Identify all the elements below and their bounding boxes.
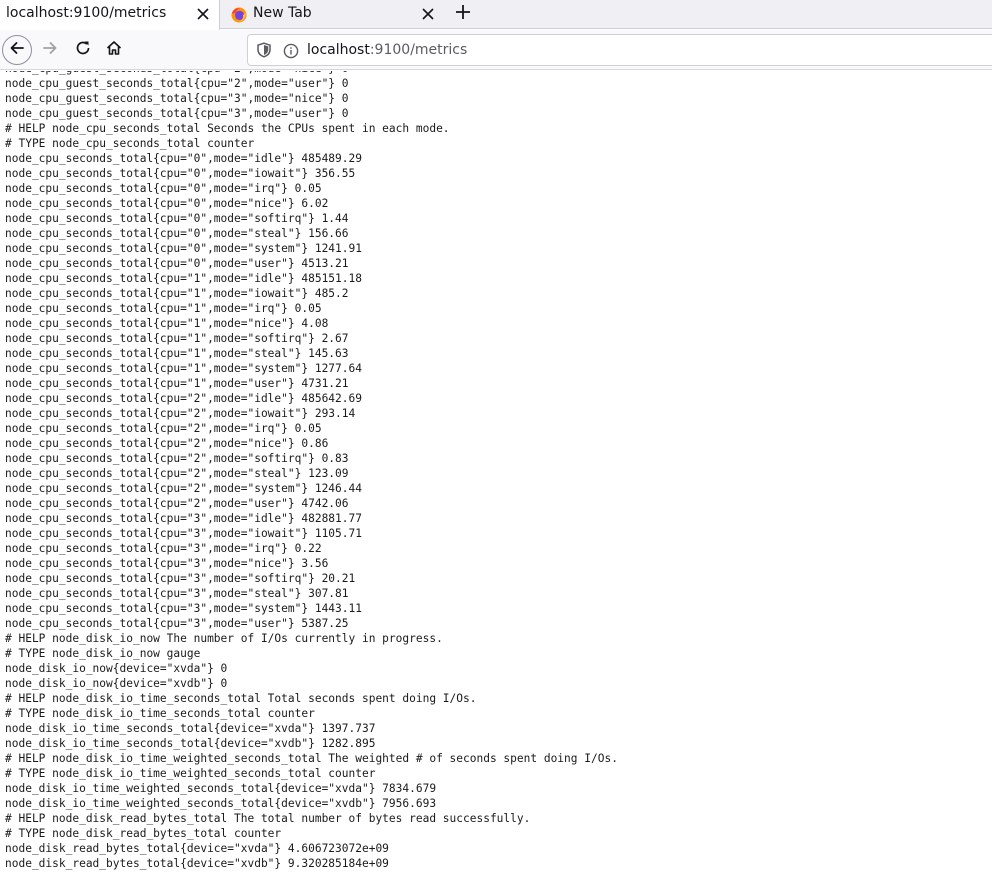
metric-line: node_cpu_seconds_total{cpu="3",mode="ste… — [5, 587, 349, 600]
metric-line: node_cpu_seconds_total{cpu="2",mode="ste… — [5, 467, 349, 480]
metric-line: # HELP node_cpu_seconds_total Seconds th… — [5, 122, 450, 135]
back-button[interactable] — [2, 35, 32, 65]
metric-line: # TYPE node_disk_io_now gauge — [5, 647, 201, 660]
metric-line: node_cpu_seconds_total{cpu="1",mode="nic… — [5, 317, 329, 330]
shield-icon[interactable] — [256, 42, 272, 58]
metric-line: # HELP node_disk_read_bytes_total The to… — [5, 812, 531, 825]
url-text[interactable]: localhost:9100/metrics — [307, 42, 467, 58]
metric-line: node_cpu_seconds_total{cpu="2",mode="irq… — [5, 422, 322, 435]
metric-line: node_cpu_seconds_total{cpu="1",mode="sys… — [5, 362, 362, 375]
metric-line: node_cpu_seconds_total{cpu="1",mode="irq… — [5, 302, 322, 315]
metric-line: node_cpu_seconds_total{cpu="3",mode="use… — [5, 617, 349, 630]
tab-title: New Tab — [253, 5, 312, 21]
metric-line: node_cpu_guest_seconds_total{cpu="3",mod… — [5, 107, 349, 120]
metric-line: node_cpu_seconds_total{cpu="2",mode="use… — [5, 497, 349, 510]
page-content: node_cpu_guest_seconds_total{cpu="2",mod… — [0, 71, 992, 873]
metric-line: node_cpu_seconds_total{cpu="2",mode="iow… — [5, 407, 356, 420]
metric-line: node_disk_io_time_weighted_seconds_total… — [5, 797, 437, 810]
url-host: localhost — [307, 42, 370, 58]
tab-new-tab[interactable]: New Tab — [221, 0, 445, 29]
url-bar[interactable]: localhost:9100/metrics — [247, 34, 992, 66]
metric-line: node_cpu_seconds_total{cpu="3",mode="sof… — [5, 572, 356, 585]
metric-line: node_disk_io_time_weighted_seconds_total… — [5, 782, 437, 795]
metric-line: # HELP node_disk_io_time_seconds_total T… — [5, 692, 477, 705]
arrow-left-icon — [9, 40, 25, 60]
new-tab-button[interactable] — [451, 2, 475, 26]
metric-line: # HELP node_disk_io_now The number of I/… — [5, 632, 443, 645]
metric-line: node_cpu_seconds_total{cpu="0",mode="sof… — [5, 212, 349, 225]
metric-line: node_cpu_seconds_total{cpu="0",mode="sys… — [5, 242, 362, 255]
metric-line: node_cpu_seconds_total{cpu="2",mode="nic… — [5, 437, 329, 450]
metric-line: node_cpu_seconds_total{cpu="1",mode="sof… — [5, 332, 349, 345]
forward-button[interactable] — [35, 35, 65, 65]
plus-icon — [455, 4, 471, 24]
tab-metrics[interactable]: localhost:9100/metrics — [0, 0, 220, 30]
metrics-text: node_cpu_guest_seconds_total{cpu="2",mod… — [5, 71, 618, 871]
metric-line: node_disk_io_now{device="xvda"} 0 — [5, 662, 228, 675]
metric-line: node_cpu_guest_seconds_total{cpu="3",mod… — [5, 92, 349, 105]
reload-icon — [75, 40, 91, 60]
metric-line: # TYPE node_disk_io_time_weighted_second… — [5, 767, 376, 780]
info-icon[interactable] — [283, 43, 299, 59]
nav-bar: localhost:9100/metrics — [0, 30, 992, 70]
metric-line: node_cpu_seconds_total{cpu="2",mode="sof… — [5, 452, 349, 465]
metric-line: node_cpu_seconds_total{cpu="0",mode="ste… — [5, 227, 349, 240]
metric-line: node_cpu_seconds_total{cpu="1",mode="ste… — [5, 347, 349, 360]
metric-line: node_cpu_guest_seconds_total{cpu="2",mod… — [5, 77, 349, 90]
metric-line: node_cpu_seconds_total{cpu="0",mode="iow… — [5, 167, 356, 180]
close-icon[interactable] — [194, 5, 212, 23]
firefox-icon — [231, 7, 247, 23]
metric-line: node_cpu_seconds_total{cpu="3",mode="sys… — [5, 602, 362, 615]
home-icon — [106, 40, 122, 60]
metric-line: # TYPE node_cpu_seconds_total counter — [5, 137, 255, 150]
metric-line: node_cpu_seconds_total{cpu="0",mode="irq… — [5, 182, 322, 195]
metric-line: node_cpu_seconds_total{cpu="1",mode="idl… — [5, 272, 362, 285]
metric-line: node_cpu_seconds_total{cpu="1",mode="use… — [5, 377, 349, 390]
metric-line: node_disk_io_time_seconds_total{device="… — [5, 722, 376, 735]
arrow-right-icon — [42, 40, 58, 60]
tab-title: localhost:9100/metrics — [6, 5, 167, 21]
metric-line: # HELP node_disk_io_time_weighted_second… — [5, 752, 618, 765]
metric-line: node_cpu_seconds_total{cpu="1",mode="iow… — [5, 287, 349, 300]
metric-line: node_cpu_seconds_total{cpu="3",mode="nic… — [5, 557, 329, 570]
close-icon[interactable] — [419, 5, 437, 23]
metric-line: node_cpu_seconds_total{cpu="0",mode="use… — [5, 257, 349, 270]
metric-line: node_cpu_seconds_total{cpu="3",mode="idl… — [5, 512, 362, 525]
reload-button[interactable] — [68, 35, 98, 65]
metric-line: node_cpu_seconds_total{cpu="2",mode="sys… — [5, 482, 362, 495]
metric-line: node_disk_read_bytes_total{device="xvda"… — [5, 842, 389, 855]
metric-line: node_disk_io_time_seconds_total{device="… — [5, 737, 376, 750]
tab-strip: localhost:9100/metrics New Tab — [0, 0, 992, 30]
metric-line: node_disk_read_bytes_total{device="xvdb"… — [5, 857, 389, 870]
metric-line: node_cpu_seconds_total{cpu="3",mode="irq… — [5, 542, 322, 555]
metric-line: node_cpu_seconds_total{cpu="0",mode="nic… — [5, 197, 329, 210]
metric-line: node_cpu_seconds_total{cpu="2",mode="idl… — [5, 392, 362, 405]
metric-line: # TYPE node_disk_read_bytes_total counte… — [5, 827, 282, 840]
url-path: :9100/metrics — [369, 42, 468, 58]
metric-line: # TYPE node_disk_io_time_seconds_total c… — [5, 707, 315, 720]
metric-line: node_cpu_seconds_total{cpu="3",mode="iow… — [5, 527, 362, 540]
metric-line: node_cpu_seconds_total{cpu="0",mode="idl… — [5, 152, 362, 165]
home-button[interactable] — [99, 35, 129, 65]
metric-line: node_disk_io_now{device="xvdb"} 0 — [5, 677, 228, 690]
